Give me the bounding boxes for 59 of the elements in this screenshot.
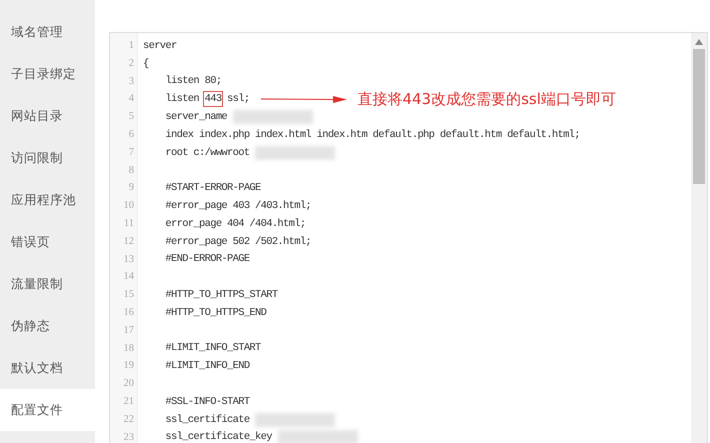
code-line: #error_page 502 /502.html; bbox=[164, 236, 312, 248]
code-line: #HTTP_TO_HTTPS_START bbox=[164, 289, 278, 302]
line-number: 22 bbox=[122, 412, 135, 427]
sidebar-item[interactable]: 网站目录 bbox=[0, 95, 95, 137]
code-line: ssl_certificate_key bbox=[164, 431, 272, 443]
line-number: 1 bbox=[128, 39, 135, 53]
code-line: #HTTP_TO_HTTPS_END bbox=[164, 306, 266, 319]
line-number: 7 bbox=[128, 146, 135, 160]
line-number: 23 bbox=[122, 430, 135, 443]
line-number: 13 bbox=[122, 252, 135, 267]
line-number: 4 bbox=[128, 92, 135, 106]
line-number: 18 bbox=[122, 342, 135, 356]
code-line: #error_page 403 /403.html; bbox=[164, 200, 312, 212]
line-number: 3 bbox=[128, 74, 135, 89]
code-line: #LIMIT_INFO_START bbox=[164, 342, 261, 354]
code-editor[interactable] bbox=[109, 32, 708, 443]
code-line: #END-ERROR-PAGE bbox=[164, 253, 250, 266]
line-number: 6 bbox=[128, 128, 135, 142]
sidebar-item[interactable]: 配置文件 bbox=[0, 389, 95, 431]
arrow-icon bbox=[261, 94, 348, 104]
line-number: 5 bbox=[128, 110, 135, 124]
annotation-text: 直接将443改成您需要的ssl端口号即可 bbox=[357, 90, 616, 109]
code-line: listen 443 ssl; bbox=[164, 93, 250, 106]
code-line: #LIMIT_INFO_END bbox=[164, 360, 250, 372]
sidebar-item[interactable]: 流量限制 bbox=[0, 263, 95, 305]
sidebar-item[interactable]: 访问限制 bbox=[0, 137, 95, 179]
highlight-box: 443 bbox=[204, 93, 222, 106]
code-line: index index.php index.html index.htm default.php default.htm default.html; bbox=[164, 128, 580, 141]
line-number: 9 bbox=[128, 181, 135, 196]
line-number: 8 bbox=[128, 164, 135, 178]
sidebar-item[interactable]: 伪静态 bbox=[0, 305, 95, 347]
code-line: { bbox=[143, 58, 149, 70]
sidebar-item[interactable]: 子目录绑定 bbox=[0, 53, 95, 95]
line-number: 16 bbox=[122, 306, 135, 320]
line-number: 15 bbox=[122, 288, 135, 302]
code-line: listen 80; bbox=[164, 75, 222, 88]
sidebar-item[interactable]: 应用程序池 bbox=[0, 179, 95, 221]
code-line: server_name bbox=[164, 111, 228, 124]
code-line: server bbox=[143, 40, 177, 52]
line-number: 2 bbox=[128, 56, 135, 71]
line-number: 21 bbox=[122, 394, 135, 409]
line-number: 17 bbox=[122, 324, 135, 338]
line-number: 19 bbox=[122, 359, 135, 374]
code-line: #SSL-INFO-START bbox=[164, 396, 250, 408]
line-number: 12 bbox=[122, 234, 135, 249]
scrollbar[interactable] bbox=[691, 33, 707, 443]
code-line: ssl_certificate bbox=[164, 414, 250, 426]
scroll-up-icon[interactable] bbox=[695, 39, 703, 45]
code-line: root c:/wwwroot bbox=[164, 146, 250, 159]
sidebar-item[interactable]: 域名管理 bbox=[0, 11, 95, 53]
line-number: 10 bbox=[122, 199, 135, 214]
line-number: 14 bbox=[122, 270, 135, 284]
line-number: 11 bbox=[122, 216, 135, 231]
sidebar-item[interactable]: 默认文档 bbox=[0, 347, 95, 389]
code-line: #START-ERROR-PAGE bbox=[164, 182, 261, 194]
sidebar-item[interactable]: 错误页 bbox=[0, 221, 95, 263]
code-line: error_page 404 /404.html; bbox=[164, 218, 306, 230]
line-number: 20 bbox=[122, 377, 135, 392]
scroll-thumb[interactable] bbox=[693, 49, 705, 184]
